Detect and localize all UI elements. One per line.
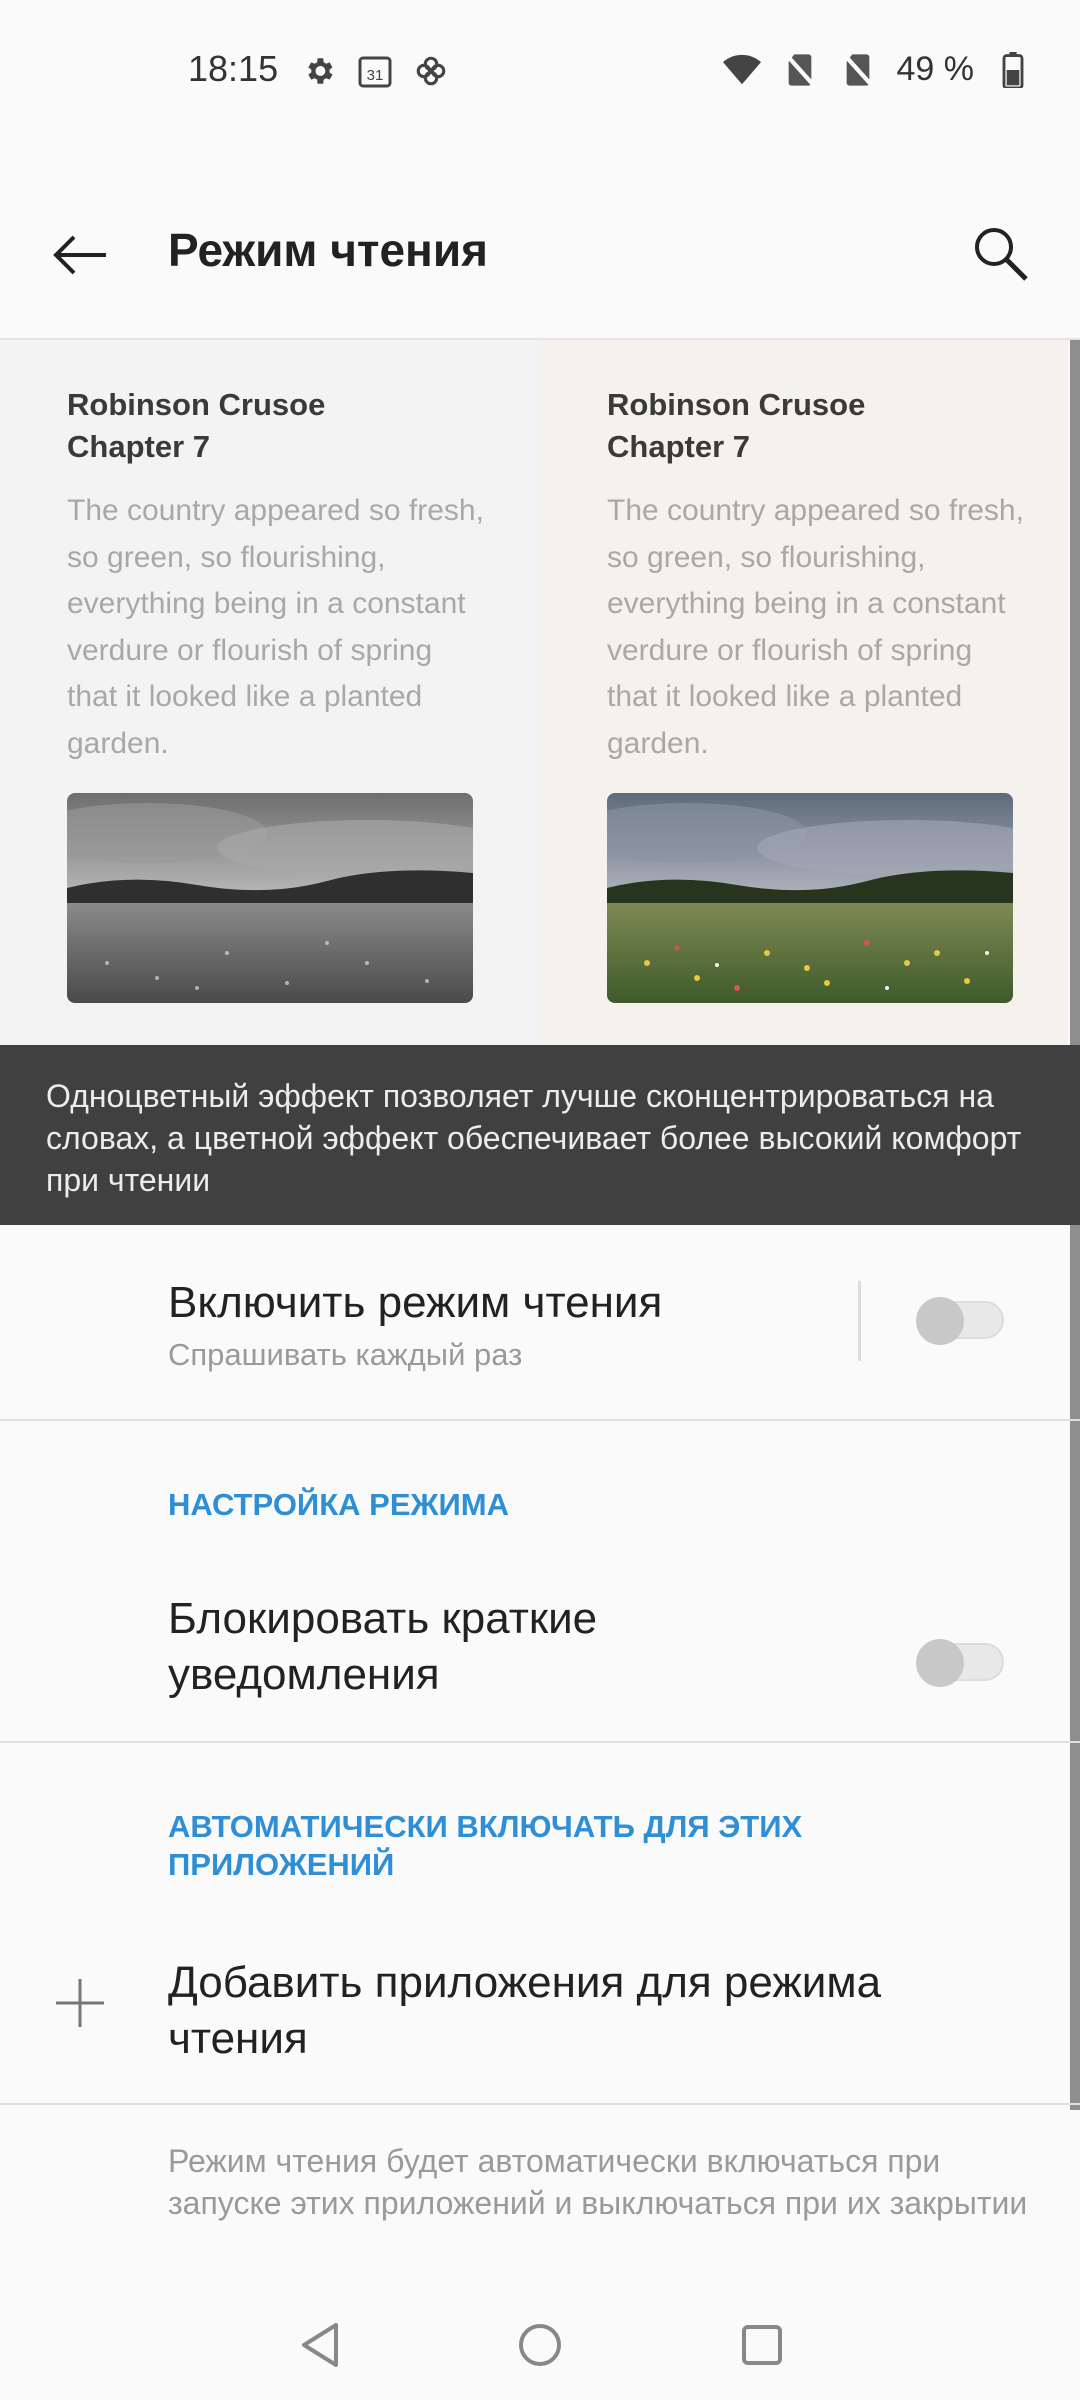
status-right-icons: 49 %	[722, 50, 1033, 89]
preview-color-panel: Robinson Crusoe Chapter 7 The country ap…	[540, 340, 1068, 1045]
wifi-icon	[722, 51, 761, 89]
status-bar: 18:15 31 49 %	[0, 0, 1080, 140]
battery-percent: 49 %	[896, 50, 975, 88]
divider	[0, 1741, 1080, 1743]
no-sim-icon	[781, 51, 819, 89]
add-apps-row[interactable]: Добавить приложения для режима чтения	[0, 1925, 1080, 2105]
nav-home-button[interactable]	[505, 2310, 575, 2380]
block-notifications-toggle[interactable]	[916, 1639, 1004, 1687]
triangle-back-icon	[302, 2323, 338, 2367]
square-recents-icon	[742, 2325, 782, 2365]
divider	[0, 2103, 1080, 2105]
row-vertical-divider	[858, 1281, 861, 1361]
enable-reading-mode-toggle[interactable]	[916, 1297, 1004, 1345]
enable-reading-mode-texts: Включить режим чтения Спрашивать каждый …	[168, 1275, 662, 1373]
info-banner: Одноцветный эффект позволяет лучше сконц…	[0, 1045, 1080, 1225]
back-button[interactable]	[40, 215, 120, 295]
block-notifications-row[interactable]: Блокировать краткие уведомления	[0, 1565, 1080, 1740]
calendar-icon: 31	[356, 52, 394, 90]
nav-back-button[interactable]	[285, 2310, 355, 2380]
preview-mono-panel: Robinson Crusoe Chapter 7 The country ap…	[0, 340, 540, 1045]
page-title: Режим чтения	[168, 224, 488, 276]
navigation-bar	[0, 2290, 1080, 2400]
search-icon	[975, 228, 1028, 281]
preview-color-title-line1: Robinson Crusoe	[607, 387, 866, 422]
preview-color-title: Robinson Crusoe Chapter 7	[607, 384, 865, 468]
no-sim-icon	[839, 51, 877, 89]
preview-mono-title: Robinson Crusoe Chapter 7	[67, 384, 325, 468]
enable-reading-mode-title: Включить режим чтения	[168, 1278, 663, 1327]
nav-recents-button[interactable]	[727, 2310, 797, 2380]
calendar-day: 31	[367, 67, 384, 84]
info-banner-text: Одноцветный эффект позволяет лучше сконц…	[46, 1078, 1022, 1198]
divider	[0, 1419, 1080, 1421]
toggle-knob	[916, 1639, 964, 1687]
app-bar: Режим чтения	[0, 185, 1080, 335]
preview-mono-title-line1: Robinson Crusoe	[67, 387, 326, 422]
pinwheel-icon	[412, 52, 450, 90]
status-time: 18:15	[188, 48, 279, 89]
block-notifications-title: Блокировать краткие уведомления	[168, 1594, 598, 1699]
plus-icon	[56, 1979, 104, 2027]
add-apps-title: Добавить приложения для режима чтения	[168, 1958, 882, 2063]
circle-home-icon	[519, 2324, 561, 2366]
enable-reading-mode-row[interactable]: Включить режим чтения Спрашивать каждый …	[0, 1225, 1080, 1420]
arrow-left-icon	[53, 235, 106, 275]
reading-mode-preview: Robinson Crusoe Chapter 7 The country ap…	[0, 340, 1068, 1045]
toggle-knob	[916, 1297, 964, 1345]
section-header-auto-apps: АВТОМАТИЧЕСКИ ВКЛЮЧАТЬ ДЛЯ ЭТИХ ПРИЛОЖЕН…	[168, 1809, 803, 1882]
footer-note: Режим чтения будет автоматически включат…	[168, 2143, 1028, 2221]
preview-color-image	[607, 793, 1013, 1003]
section-header-mode-settings: НАСТРОЙКА РЕЖИМА	[168, 1487, 509, 1522]
preview-mono-title-line2: Chapter 7	[67, 429, 210, 464]
status-left-icons: 31	[300, 52, 450, 90]
enable-reading-mode-subtitle: Спрашивать каждый раз	[168, 1337, 523, 1372]
battery-icon	[994, 51, 1032, 89]
preview-color-text: The country appeared so fresh, so green,…	[607, 494, 1024, 760]
settings-icon	[300, 52, 338, 90]
preview-mono-image	[67, 793, 473, 1003]
preview-mono-text: The country appeared so fresh, so green,…	[67, 494, 484, 760]
preview-color-title-line2: Chapter 7	[607, 429, 750, 464]
search-button[interactable]	[960, 213, 1040, 293]
